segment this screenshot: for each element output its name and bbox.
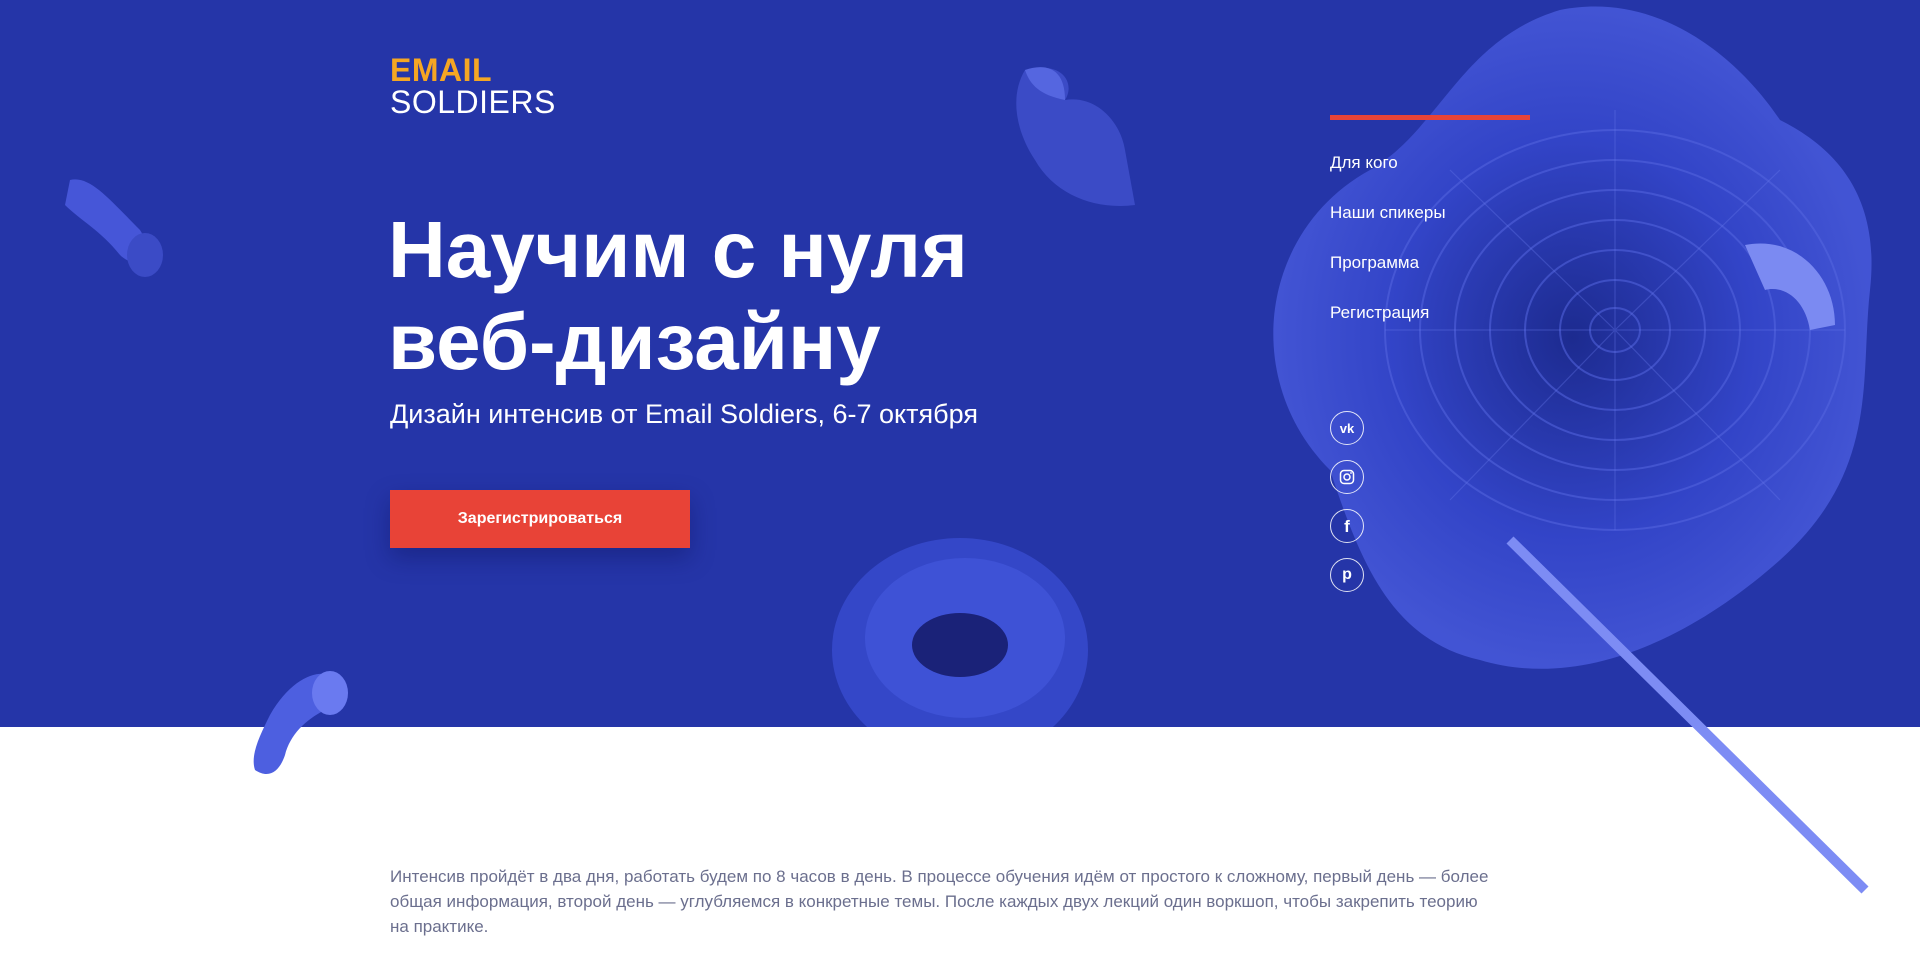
nav-item-speakers[interactable]: Наши спикеры xyxy=(1330,202,1446,224)
diagonal-rod xyxy=(1506,536,1869,894)
torus-shape xyxy=(832,538,1088,727)
tube-shape-left xyxy=(65,179,163,277)
page-title: Научим с нуля веб-дизайну xyxy=(388,204,1088,388)
main-nav: Для кого Наши спикеры Программа Регистра… xyxy=(1330,152,1446,352)
instagram-link[interactable] xyxy=(1330,460,1364,494)
register-button[interactable]: Зарегистрироваться xyxy=(390,490,690,548)
title-line-2: веб-дизайну xyxy=(388,297,881,386)
logo-line-soldiers: SOLDIERS xyxy=(390,84,556,120)
facebook-icon: f xyxy=(1344,516,1350,536)
pinterest-icon: p xyxy=(1342,566,1352,583)
social-links: vk f p xyxy=(1330,411,1364,607)
title-line-1: Научим с нуля xyxy=(388,205,968,294)
pinterest-link[interactable]: p xyxy=(1330,558,1364,592)
vk-link[interactable]: vk xyxy=(1330,411,1364,445)
instagram-icon xyxy=(1339,469,1355,485)
crescent-shape xyxy=(1016,67,1135,206)
tube-shape-bottom xyxy=(253,671,348,775)
page-subtitle: Дизайн интенсив от Email Soldiers, 6-7 о… xyxy=(390,399,978,429)
nav-item-program[interactable]: Программа xyxy=(1330,252,1446,274)
facebook-link[interactable]: f xyxy=(1330,509,1364,543)
logo-line-email: EMAIL xyxy=(390,52,493,88)
brand-logo[interactable]: EMAIL SOLDIERS xyxy=(390,54,556,118)
nav-item-registration[interactable]: Регистрация xyxy=(1330,302,1446,324)
nav-item-for-whom[interactable]: Для кого xyxy=(1330,152,1446,174)
nav-accent-line xyxy=(1330,115,1530,120)
intro-description: Интенсив пройдёт в два дня, работать буд… xyxy=(390,867,1489,936)
vk-icon: vk xyxy=(1339,420,1355,436)
